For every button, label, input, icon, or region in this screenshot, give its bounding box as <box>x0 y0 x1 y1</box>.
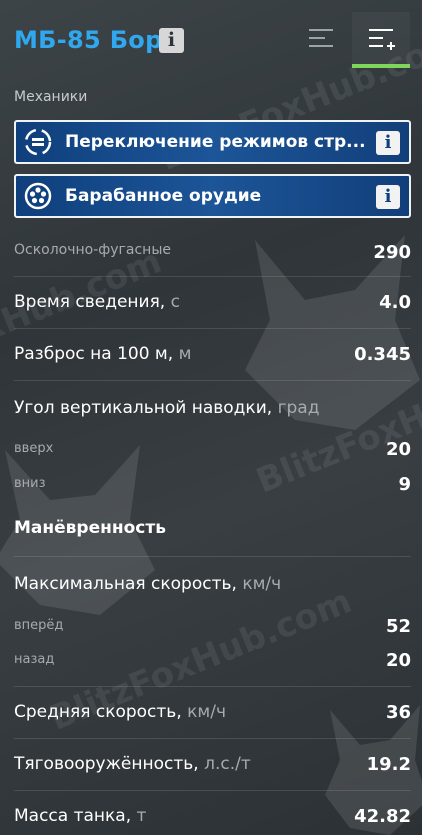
divider <box>14 276 411 277</box>
watermark-text: BlitzFoxHub.com <box>0 241 168 399</box>
active-tab-indicator <box>352 64 410 68</box>
header: МБ-85 Бор i <box>0 0 422 80</box>
stat-label: вниз <box>14 476 46 491</box>
divider <box>14 686 411 687</box>
vehicle-title: МБ-85 Бор <box>14 26 163 54</box>
list-add-view-button[interactable] <box>352 12 410 68</box>
stat-label: вперёд <box>14 618 64 633</box>
info-icon[interactable]: i <box>159 28 184 53</box>
mode-switch-icon <box>23 127 53 157</box>
stat-label: Разброс на 100 м, м <box>14 344 192 364</box>
mobility-heading: Манёвренность <box>14 518 166 538</box>
stat-label: Угол вертикальной наводки, град <box>14 398 320 418</box>
stat-value: 52 <box>385 616 411 637</box>
stat-value: 9 <box>398 474 411 495</box>
divider <box>14 380 411 381</box>
stat-label: Время сведения, с <box>14 292 180 312</box>
mechanics-label: Механики <box>14 89 88 105</box>
stat-value: 20 <box>385 650 411 671</box>
module-drum-gun[interactable]: Барабанное орудие i <box>14 174 411 218</box>
module-label: Барабанное орудие <box>65 186 262 206</box>
divider <box>14 738 411 739</box>
stat-label: Максимальная скорость, км/ч <box>14 574 282 594</box>
divider <box>14 328 411 329</box>
drum-gun-icon <box>23 181 53 211</box>
stat-value: 36 <box>385 702 411 723</box>
module-label: Переключение режимов стр... <box>65 132 366 152</box>
stat-value: 20 <box>385 439 411 460</box>
info-icon[interactable]: i <box>376 185 400 209</box>
stat-label: Осколочно-фугасные <box>14 242 172 258</box>
stat-label: назад <box>14 652 55 667</box>
stat-label: вверх <box>14 441 54 456</box>
list-view-button[interactable] <box>292 12 350 68</box>
stat-label: Средняя скорость, км/ч <box>14 702 227 722</box>
list-add-icon <box>369 29 395 50</box>
stat-label: Тяговооружённость, л.с./т <box>14 754 251 774</box>
info-icon[interactable]: i <box>376 131 400 155</box>
stat-value: 4.0 <box>379 292 411 313</box>
stat-label: Масса танка, т <box>14 806 147 826</box>
stat-value: 19.2 <box>366 754 411 775</box>
stat-value: 290 <box>373 242 411 263</box>
stat-value: 0.345 <box>354 344 411 365</box>
divider <box>14 556 411 557</box>
stat-value: 42.82 <box>354 806 411 827</box>
module-mode-switch[interactable]: Переключение режимов стр... i <box>14 120 411 164</box>
divider <box>14 790 411 791</box>
list-icon <box>309 29 333 47</box>
